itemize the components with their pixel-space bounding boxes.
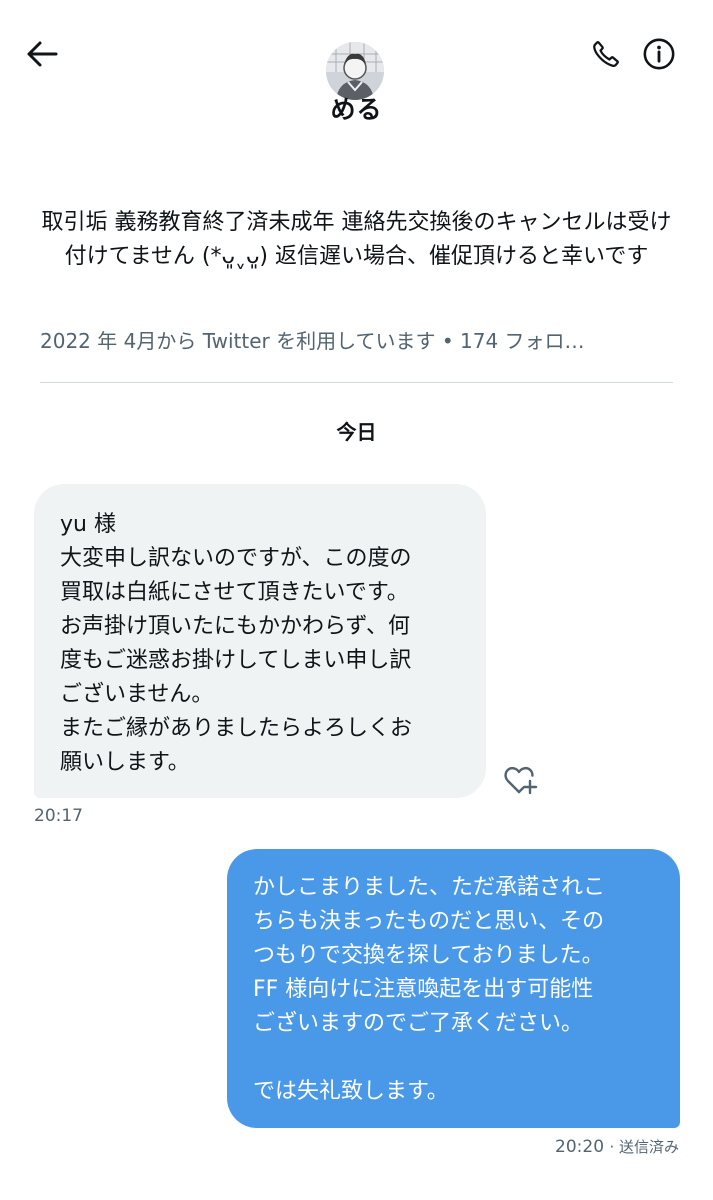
message-line: ございますのでご了承ください。 [253,1011,584,1036]
back-button[interactable] [22,34,62,74]
message-line: 大変申し訳ないのですが、この度の [60,546,412,571]
incoming-message-bubble[interactable]: yu 様 大変申し訳ないのですが、この度の 買取は白紙にさせて頂きたいです。 お… [34,484,486,798]
arrow-left-icon [27,41,58,67]
profile-meta[interactable]: 2022 年 4月から Twitter を利用しています • 174 フォロ… [40,326,673,356]
display-name: める [330,95,383,124]
message-line: ございません。 [60,682,214,707]
message-line: 願いします。 [60,750,190,775]
message-time-status: 20:20 · 送信済み [555,1136,679,1157]
heart-plus-icon [504,766,538,795]
message-time: 20:17 [34,806,83,826]
profile-bio: 取引垢 義務教育終了済未成年 連絡先交換後のキャンセルは受け付けてません (*ᴗ… [41,210,672,269]
call-button[interactable] [584,32,628,76]
date-separator: 今日 [336,420,377,444]
message-line: FF 様向けに注意喚起を出す可能性 [253,977,594,1002]
message-line: かしこまりました、ただ承諾されこ [253,875,606,900]
message-line: ちらも決まったものだと思い、その [253,909,605,934]
message-line: お声掛け頂いたにもかかわらず、何 [60,614,411,639]
message-line: 度もご迷惑お掛けしてしまい申し訳 [60,648,412,673]
delivery-status: · 送信済み [609,1138,679,1156]
add-reaction-button[interactable] [500,760,540,800]
conversation-header: める [0,0,713,130]
message-line: またご縁がありましたらよろしくお [60,716,413,741]
message-time: 20:20 [555,1137,605,1157]
message-line: 買取は白紙にさせて頂きたいです。 [60,580,409,605]
message-line: では失礼致します。 [253,1079,449,1104]
message-line: yu 様 [60,512,116,537]
phone-icon [593,41,619,67]
divider [40,382,673,383]
outgoing-message-bubble[interactable]: かしこまりました、ただ承諾されこ ちらも決まったものだと思い、その つもりで交換… [227,849,680,1128]
info-button[interactable] [637,32,681,76]
message-line: つもりで交換を探しておりました。 [253,943,604,968]
info-icon [643,38,675,70]
